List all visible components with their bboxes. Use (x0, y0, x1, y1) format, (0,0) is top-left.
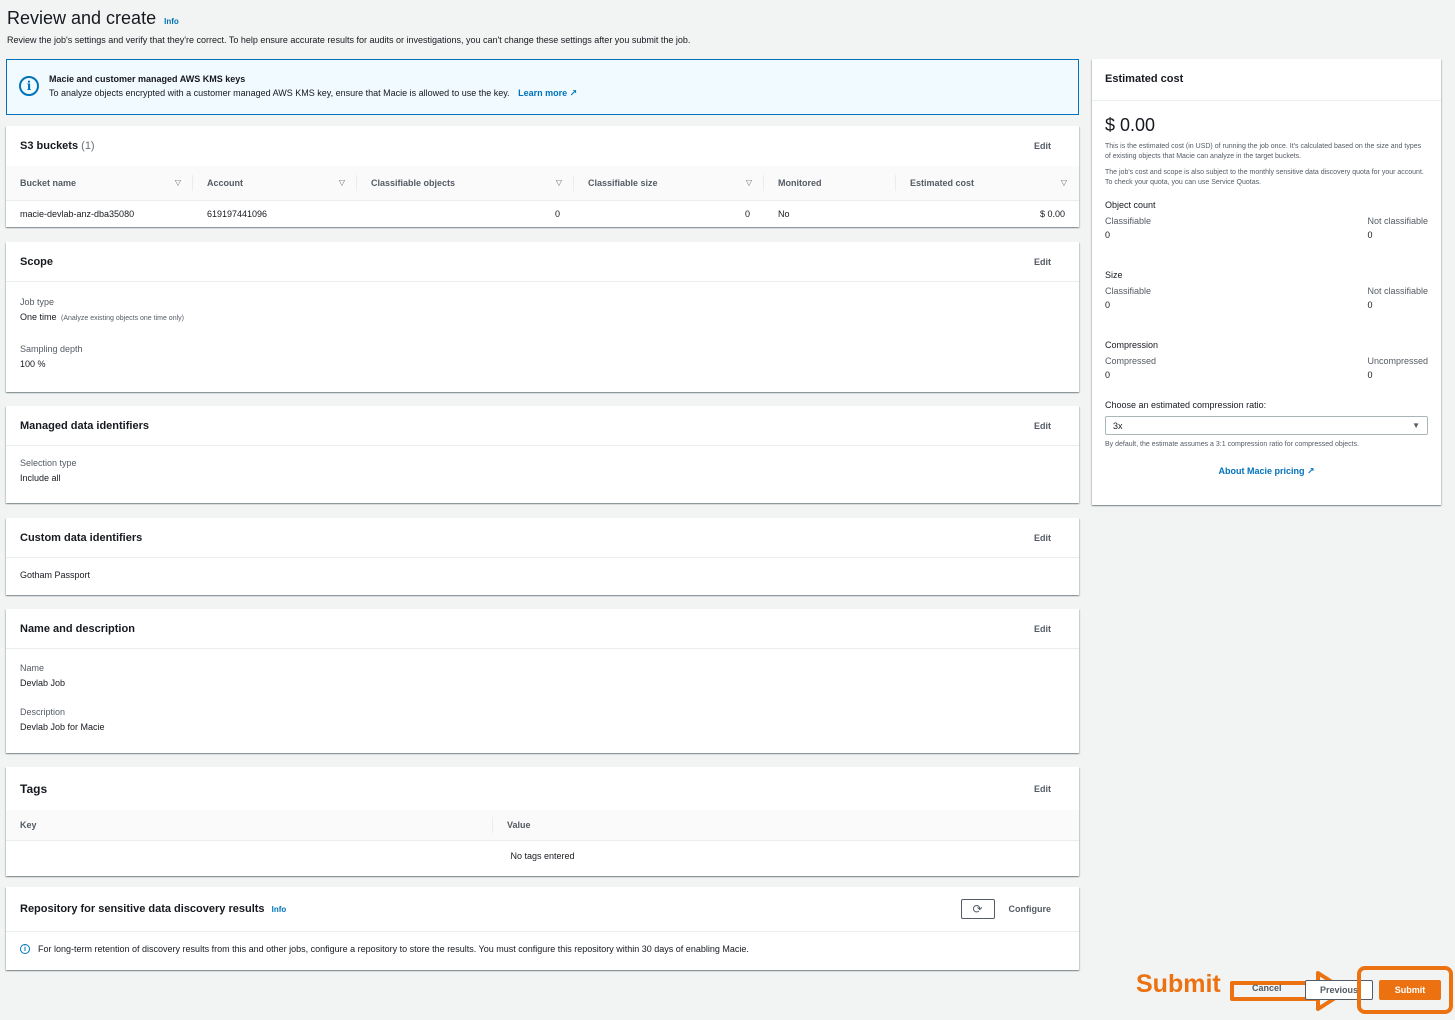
sort-icon: ▽ (745, 178, 752, 187)
col-key: Key (6, 810, 493, 841)
submit-highlight-box (1357, 966, 1453, 1014)
repository-message: For long-term retention of discovery res… (38, 944, 749, 954)
footer-actions: Submit Cancel Previous Submit (1136, 965, 1453, 1015)
edit-button[interactable]: Edit (1034, 141, 1065, 151)
compression-title: Compression (1105, 340, 1159, 350)
cancel-button[interactable]: Cancel (1252, 983, 1282, 993)
edit-button[interactable]: Edit (1034, 533, 1065, 543)
col-classifiable-size[interactable]: Classifiable size ▽ (574, 166, 764, 201)
edit-button[interactable]: Edit (1034, 257, 1065, 267)
col-bucket-name[interactable]: Bucket name ▽ (6, 166, 193, 201)
info-icon: i (20, 944, 30, 954)
macie-pricing-link[interactable]: About Macie pricing ↗ (1105, 466, 1428, 477)
estimated-cost-panel: Estimated cost $ 0.00 This is the estima… (1092, 59, 1441, 505)
ratio-note: By default, the estimate assumes a 3:1 c… (1105, 441, 1360, 448)
sort-icon: ▽ (174, 178, 181, 187)
learn-more-link[interactable]: Learn more ↗ (518, 88, 577, 98)
caret-down-icon: ▼ (1412, 421, 1420, 430)
description-value: Devlab Job for Macie (20, 722, 105, 732)
custom-identifiers-container: Custom data identifiers Edit Gotham Pass… (6, 518, 1079, 595)
page-header: Review and create Info Review the job's … (7, 8, 1447, 45)
info-icon: i (19, 76, 39, 96)
custom-identifier-value: Gotham Passport (20, 570, 91, 580)
managed-identifiers-container: Managed data identifiers Edit Selection … (6, 406, 1079, 503)
sort-icon: ▽ (338, 178, 345, 187)
compression-ratio-select[interactable]: 3x ▼ (1105, 416, 1428, 435)
managed-identifiers-title: Managed data identifiers (20, 419, 149, 432)
external-link-icon: ↗ (1306, 466, 1315, 476)
size-cell: 0 (744, 208, 750, 219)
refresh-icon[interactable]: ⟳ (960, 899, 995, 919)
edit-button[interactable]: Edit (1034, 624, 1065, 634)
monitored-cell: No (778, 208, 790, 219)
page-description: Review the job's settings and verify tha… (7, 35, 691, 45)
col-value: Value (493, 810, 1079, 841)
quota-note: The job's cost and scope is also subject… (1105, 169, 1424, 186)
info-link[interactable]: Info (164, 17, 179, 26)
edit-button[interactable]: Edit (1034, 784, 1065, 794)
cost-cell: $ 0.00 (1039, 208, 1065, 219)
name-label: Name (20, 663, 45, 673)
objects-cell: 0 (554, 208, 560, 219)
name-description-title: Name and description (20, 622, 135, 635)
job-type-value: One time (Analyze existing objects one t… (20, 312, 184, 322)
edit-button[interactable]: Edit (1034, 421, 1065, 431)
selection-type-value: Include all (20, 473, 61, 483)
s3-buckets-container: S3 buckets (1) Edit Bucket name ▽ Account… (6, 126, 1079, 227)
account-cell: 619197441096 (207, 208, 268, 219)
scope-title: Scope (20, 255, 54, 268)
s3-buckets-table: Bucket name ▽ Account ▽ Classifiable objec… (6, 166, 1079, 227)
col-classifiable-objects[interactable]: Classifiable objects ▽ (357, 166, 574, 201)
page-title: Review and create (7, 8, 157, 28)
configure-button[interactable]: Configure (1009, 904, 1052, 914)
kms-info-alert: i Macie and customer managed AWS KMS key… (6, 59, 1079, 115)
table-row: macie-devlab-anz-dba35080 619197441096 0… (6, 200, 1079, 227)
alert-text: To analyze objects encrypted with a cust… (49, 88, 510, 98)
submit-annotation: Submit (1136, 970, 1221, 998)
description-label: Description (20, 707, 66, 717)
tags-table: Key Value No tags entered (6, 810, 1079, 872)
info-link[interactable]: Info (272, 905, 287, 914)
sampling-depth-value: 100 % (20, 359, 46, 369)
col-account[interactable]: Account ▽ (193, 166, 357, 201)
bucket-name-cell: macie-devlab-anz-dba35080 (20, 208, 135, 219)
cost-amount: $ 0.00 (1105, 115, 1156, 135)
estimated-cost-title: Estimated cost (1092, 59, 1441, 101)
name-description-container: Name and description Edit Name Devlab Jo… (6, 609, 1079, 753)
cost-note: This is the estimated cost (in USD) of r… (1105, 143, 1422, 160)
job-type-label: Job type (20, 297, 55, 307)
repository-container: Repository for sensitive data discovery … (6, 887, 1079, 970)
col-estimated-cost[interactable]: Estimated cost ▽ (896, 166, 1079, 201)
size-title: Size (1105, 270, 1123, 280)
custom-identifiers-title: Custom data identifiers (20, 531, 143, 544)
sampling-depth-label: Sampling depth (20, 344, 83, 354)
object-count-title: Object count (1105, 200, 1156, 210)
col-monitored: Monitored (764, 166, 896, 201)
repository-title: Repository for sensitive data discovery … (20, 903, 287, 915)
sort-icon: ▽ (555, 178, 562, 187)
external-link-icon: ↗ (569, 88, 578, 98)
compression-ratio-label: Choose an estimated compression ratio: (1105, 400, 1267, 410)
tags-title: Tags (20, 781, 48, 796)
name-value: Devlab Job (20, 678, 66, 688)
empty-tags-message: No tags entered (510, 851, 575, 862)
alert-title: Macie and customer managed AWS KMS keys (49, 74, 246, 84)
scope-container: Scope Edit Job type One time (Analyze ex… (6, 242, 1079, 392)
tags-container: Tags Edit Key Value No tags entered (6, 767, 1079, 876)
sort-icon: ▽ (1060, 178, 1067, 187)
selection-type-label: Selection type (20, 458, 77, 468)
s3-buckets-title: S3 buckets (1) (20, 140, 95, 152)
